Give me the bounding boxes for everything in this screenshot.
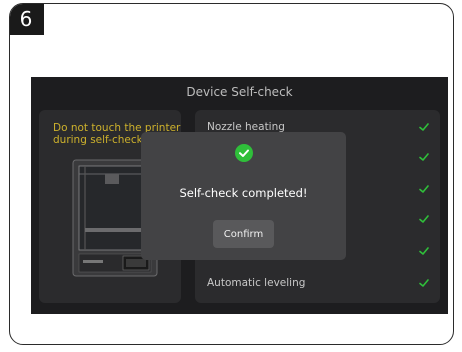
screen-title: Device Self-check — [186, 85, 293, 99]
check-circle-icon — [235, 144, 253, 162]
self-check-dialog: Self-check completed! Confirm — [141, 132, 346, 260]
check-item: Automatic leveling — [207, 273, 430, 293]
checkmark-icon — [419, 185, 429, 193]
checkmark-icon — [419, 279, 429, 287]
checkmark-icon — [419, 153, 429, 161]
dialog-message: Self-check completed! — [179, 186, 308, 200]
instruction-card: 6 Device Self-check Do not touch the pri… — [9, 3, 454, 345]
device-screen: Device Self-check Do not touch the print… — [31, 77, 448, 314]
checkmark-icon — [419, 215, 429, 223]
check-item-label: Automatic leveling — [207, 277, 306, 289]
step-number-badge: 6 — [10, 4, 44, 35]
confirm-button[interactable]: Confirm — [213, 220, 274, 248]
checkmark-icon — [419, 123, 429, 131]
checkmark-icon — [419, 247, 429, 255]
